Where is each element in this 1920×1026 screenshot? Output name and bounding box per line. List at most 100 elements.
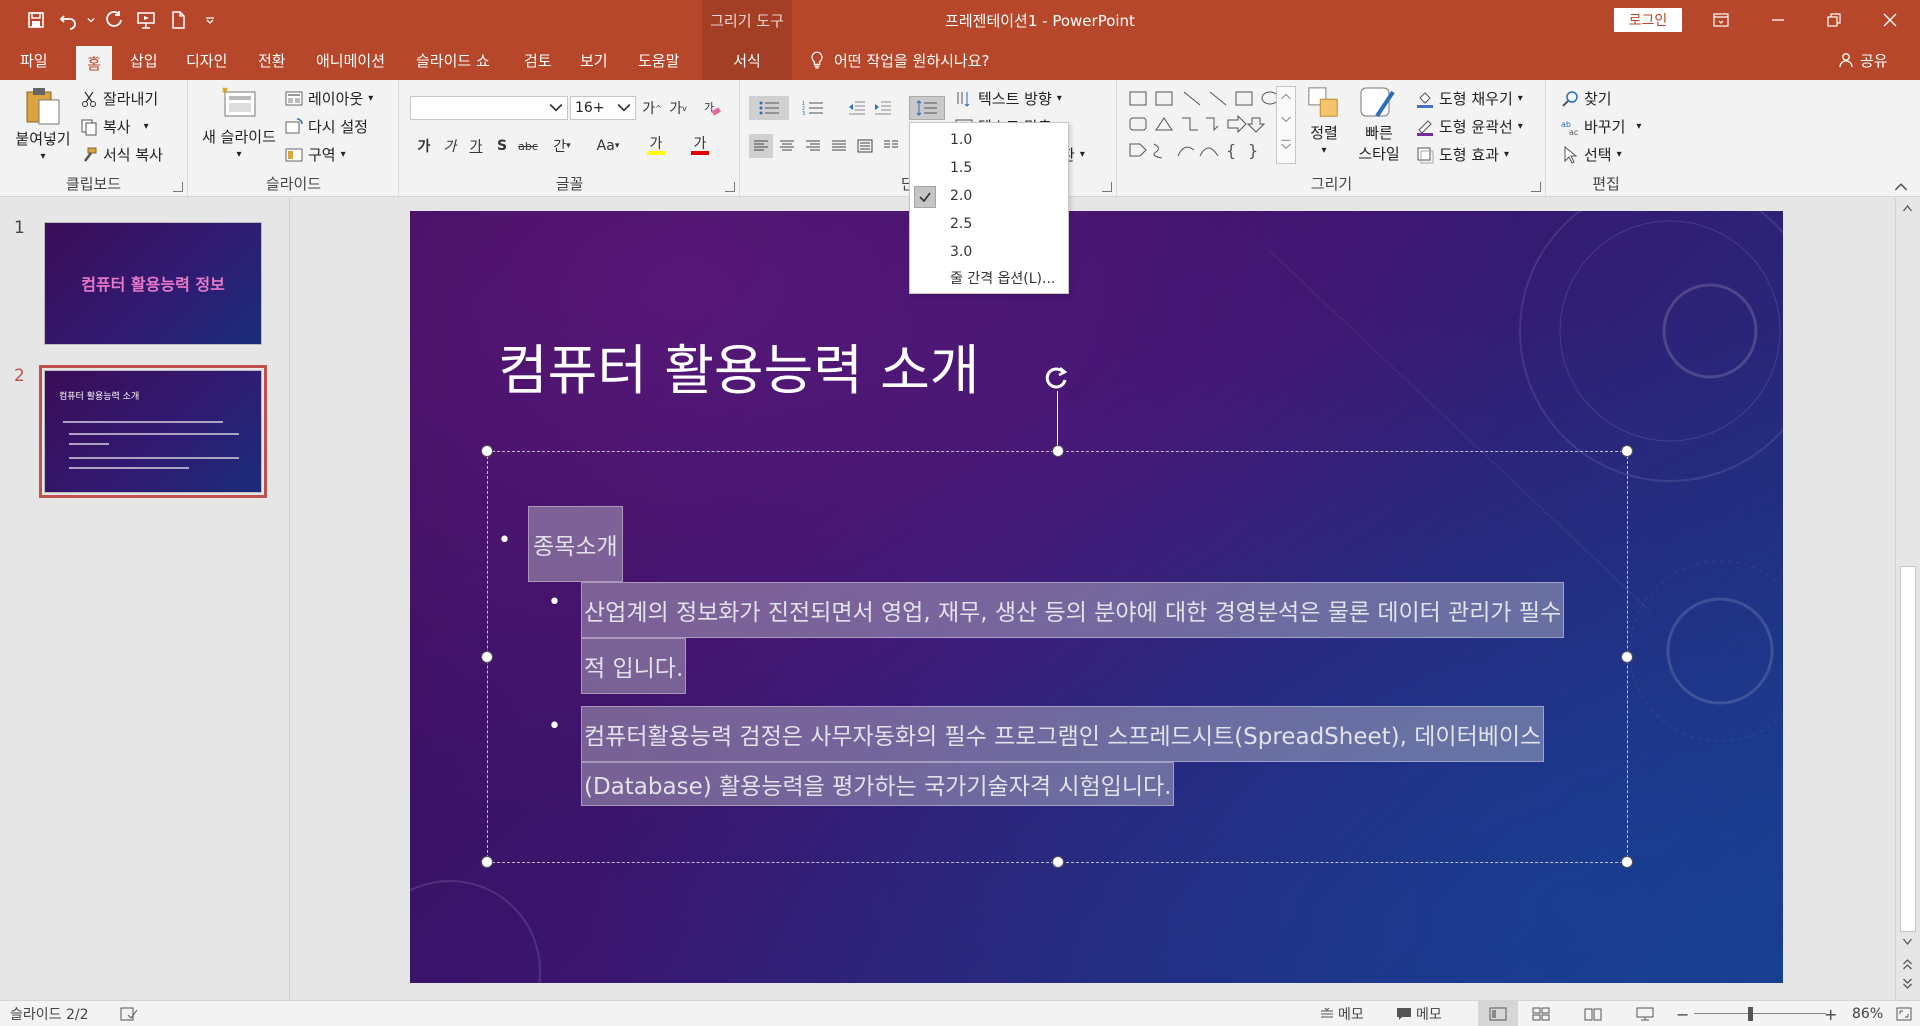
decrease-indent-icon[interactable] <box>845 96 869 120</box>
replace-button[interactable]: ab ac 바꾸기 ▾ <box>1561 116 1641 137</box>
reset-button[interactable]: 다시 설정 <box>285 116 368 137</box>
scroll-thumb[interactable] <box>1900 566 1916 932</box>
layout-button[interactable]: 레이아웃 ▾ <box>285 88 373 109</box>
line-spacing-options-link[interactable]: 줄 간격 옵션(L)... <box>910 265 1068 291</box>
previous-slide-icon[interactable] <box>1902 958 1913 970</box>
scroll-up-icon[interactable] <box>1902 204 1913 212</box>
paste-button[interactable]: 붙여넣기 ▾ <box>10 86 76 162</box>
heading-text[interactable]: 종목소개 <box>528 506 623 582</box>
font-name-combo[interactable] <box>410 96 568 120</box>
drawing-launcher-icon[interactable] <box>1531 182 1541 192</box>
format-painter-button[interactable]: 서식 복사 <box>80 144 163 165</box>
undo-icon[interactable] <box>52 0 84 40</box>
tab-insert[interactable]: 삽입 <box>124 40 164 80</box>
italic-button[interactable]: 가 <box>438 134 462 158</box>
bold-button[interactable]: 가 <box>412 134 436 158</box>
new-file-icon[interactable] <box>162 0 194 40</box>
paragraph-launcher-icon[interactable] <box>1102 182 1112 192</box>
reading-view-icon[interactable] <box>1584 1001 1602 1026</box>
find-button[interactable]: 찾기 <box>1561 88 1612 109</box>
customize-qat-icon[interactable] <box>194 0 226 40</box>
tab-file[interactable]: 파일 <box>14 40 54 80</box>
decrease-font-size-button[interactable]: 가v <box>666 96 690 120</box>
slide-sorter-icon[interactable] <box>1532 1001 1550 1026</box>
section-button[interactable]: 구역 ▾ <box>285 144 346 165</box>
shape-fill-button[interactable]: 도형 채우기 ▾ <box>1416 88 1523 109</box>
clear-formatting-icon[interactable]: 가 <box>700 96 724 120</box>
line-spacing-option[interactable]: 2.5 <box>910 211 1068 237</box>
resize-handle[interactable] <box>1621 651 1633 663</box>
underline-button[interactable]: 가 <box>464 134 488 158</box>
content-placeholder[interactable]: • 종목소개 • 산업계의 정보화가 진전되면서 영업, 재무, 생산 등의 분… <box>481 445 1633 868</box>
resize-handle[interactable] <box>1052 856 1064 868</box>
align-center-icon[interactable] <box>775 134 799 158</box>
tab-home[interactable]: 홈 <box>76 46 112 80</box>
increase-indent-icon[interactable] <box>871 96 895 120</box>
slide-canvas[interactable]: 컴퓨터 활용능력 소개 • 종목소개 • 산업계의 정보화가 진전되면서 영업,… <box>410 211 1783 983</box>
arrange-button[interactable]: 정렬 ▾ <box>1304 86 1344 156</box>
distributed-icon[interactable] <box>853 134 877 158</box>
align-right-icon[interactable] <box>801 134 825 158</box>
slide-title[interactable]: 컴퓨터 활용능력 소개 <box>498 326 979 405</box>
next-slide-icon[interactable] <box>1902 978 1913 990</box>
tab-review[interactable]: 검토 <box>518 40 558 80</box>
paragraph-2-line-1[interactable]: 컴퓨터활용능력 검정은 사무자동화의 필수 프로그램인 스프레드시트(Sprea… <box>581 706 1545 762</box>
align-left-icon[interactable] <box>749 134 773 158</box>
shape-effects-button[interactable]: 도형 효과 ▾ <box>1416 144 1509 165</box>
rotate-handle-icon[interactable] <box>1043 364 1071 392</box>
tab-format[interactable]: 서식 <box>702 40 792 80</box>
paragraph-1-line-1[interactable]: 산업계의 정보화가 진전되면서 영업, 재무, 생산 등의 분야에 대한 경영분… <box>581 582 1565 638</box>
line-spacing-option[interactable]: 3.0 <box>910 239 1068 265</box>
bullets-button[interactable] <box>749 96 789 120</box>
ribbon-display-options-icon[interactable] <box>1693 0 1748 40</box>
zoom-out-button[interactable]: − <box>1676 1001 1689 1026</box>
line-spacing-option[interactable]: 1.5 <box>910 155 1068 181</box>
start-from-beginning-icon[interactable] <box>130 0 162 40</box>
tab-slideshow[interactable]: 슬라이드 쇼 <box>410 40 496 80</box>
zoom-level[interactable]: 86% <box>1852 1001 1883 1026</box>
text-direction-button[interactable]: 텍스트 방향 ▾ <box>955 88 1062 109</box>
fit-to-window-icon[interactable] <box>1896 1001 1912 1026</box>
slide-thumbnail-2[interactable]: 컴퓨터 활용능력 소개 <box>39 365 267 498</box>
character-spacing-button[interactable]: 간 ▾ <box>546 134 578 158</box>
font-size-combo[interactable]: 16+ <box>570 96 636 120</box>
collapse-ribbon-icon[interactable] <box>1894 182 1908 191</box>
tab-transitions[interactable]: 전환 <box>252 40 292 80</box>
shapes-gallery-scroll[interactable] <box>1276 86 1296 164</box>
justify-icon[interactable] <box>827 134 851 158</box>
resize-handle[interactable] <box>1621 856 1633 868</box>
zoom-in-button[interactable]: + <box>1824 1001 1837 1026</box>
login-button[interactable]: 로그인 <box>1614 8 1682 32</box>
vertical-scrollbar[interactable] <box>1895 198 1920 1000</box>
numbering-button[interactable]: 123 <box>793 96 833 120</box>
minimize-icon[interactable] <box>1750 0 1805 40</box>
highlight-button[interactable]: 가 <box>640 134 672 158</box>
change-case-button[interactable]: Aa ▾ <box>590 134 626 158</box>
comments-button[interactable]: 메모 <box>1396 1001 1442 1026</box>
increase-font-size-button[interactable]: 가 ^ <box>640 96 664 120</box>
tab-help[interactable]: 도움말 <box>632 40 685 80</box>
copy-button[interactable]: 복사 ▾ <box>80 116 149 137</box>
share-button[interactable]: 공유 <box>1838 40 1888 80</box>
columns-icon[interactable] <box>879 134 903 158</box>
paragraph-2-line-2[interactable]: (Database) 활용능력을 평가하는 국가기술자격 시험입니다. <box>581 762 1175 806</box>
font-color-button[interactable]: 가 <box>684 134 716 158</box>
resize-handle[interactable] <box>481 445 493 457</box>
line-spacing-option[interactable]: 1.0 <box>910 127 1068 153</box>
clipboard-launcher-icon[interactable] <box>173 182 183 192</box>
font-launcher-icon[interactable] <box>725 182 735 192</box>
notes-button[interactable]: 메모 <box>1320 1001 1364 1026</box>
tab-view[interactable]: 보기 <box>574 40 614 80</box>
new-slide-button[interactable]: 새 슬라이드 ▾ <box>199 84 279 160</box>
cut-button[interactable]: 잘라내기 <box>80 88 158 109</box>
tab-animations[interactable]: 애니메이션 <box>310 40 391 80</box>
normal-view-icon[interactable] <box>1478 1001 1518 1026</box>
close-icon[interactable] <box>1862 0 1917 40</box>
shape-outline-button[interactable]: 도형 윤곽선 ▾ <box>1416 116 1523 137</box>
select-button[interactable]: 선택 ▾ <box>1561 144 1622 165</box>
scroll-down-icon[interactable] <box>1902 938 1913 946</box>
zoom-slider[interactable] <box>1694 1001 1826 1026</box>
strikethrough-button[interactable]: abc <box>516 134 540 158</box>
slide-thumbnail-1[interactable]: 컴퓨터 활용능력 정보 <box>44 222 262 345</box>
slideshow-view-icon[interactable] <box>1636 1001 1654 1026</box>
